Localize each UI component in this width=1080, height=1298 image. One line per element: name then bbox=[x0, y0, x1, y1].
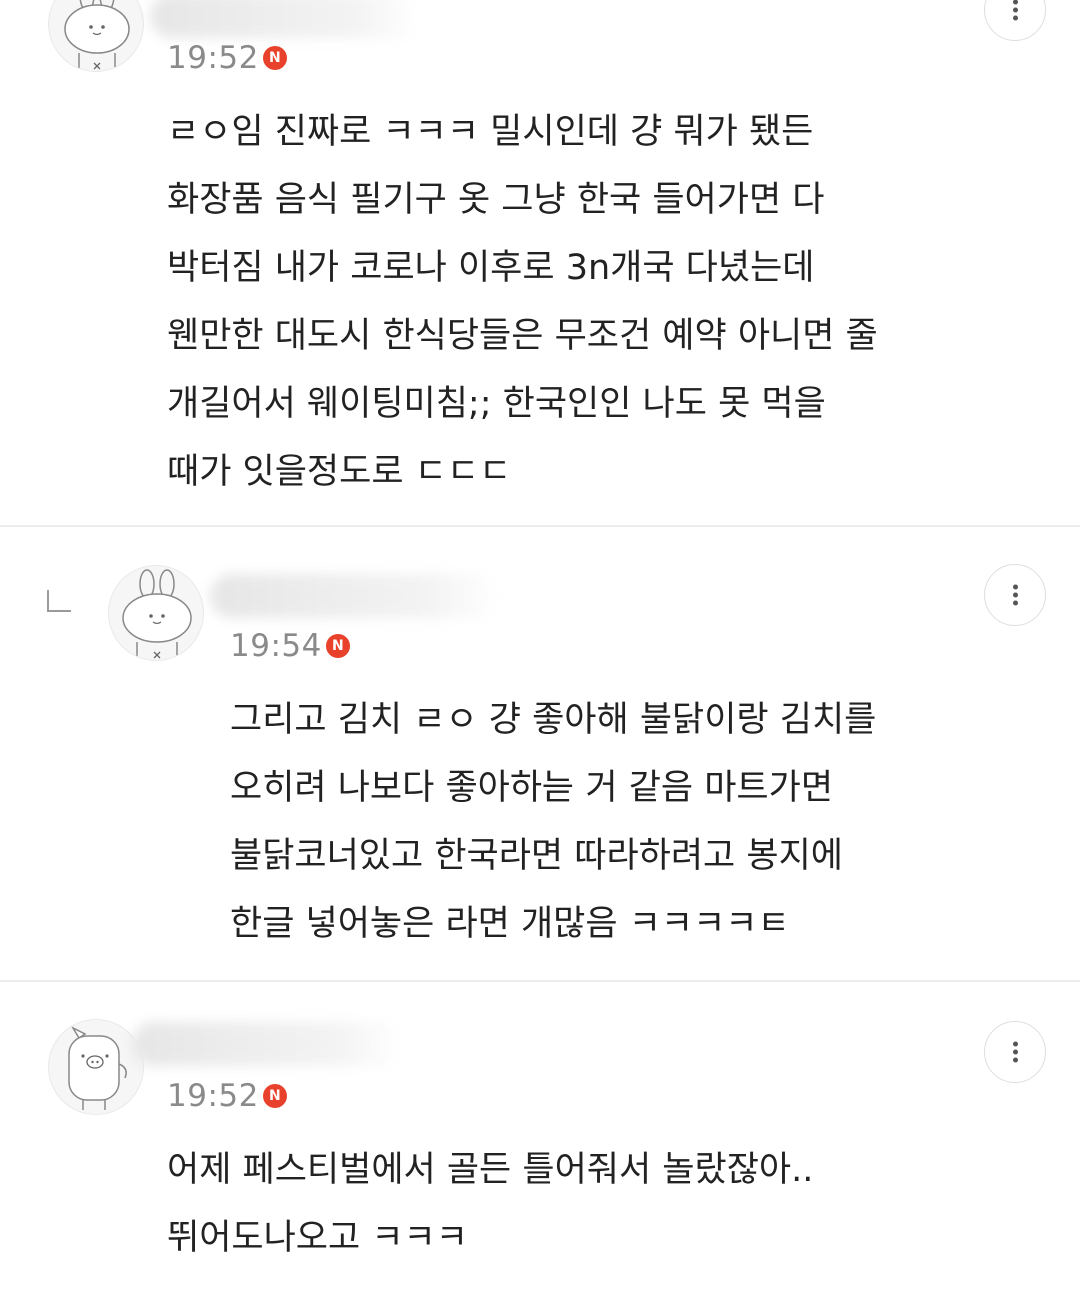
comment-body: 어제 페스티벌에서 골든 틀어줘서 놀랐잖아.. 뛰어도나오고 ㅋㅋㅋ bbox=[167, 1136, 813, 1272]
more-options-button[interactable] bbox=[984, 564, 1046, 626]
comment-line: 웬만한 대도시 한식당들은 무조건 예약 아니면 줄 bbox=[167, 316, 878, 356]
comment-body: 그리고 김치 ㄹㅇ 걍 좋아해 불닭이랑 김치를 오히려 나보다 좋아하늗 거 … bbox=[230, 686, 876, 958]
comment-line: 한글 넣어놓은 라면 개많음 ㅋㅋㅋㅋㅌ bbox=[230, 904, 790, 944]
rabbit-avatar-icon bbox=[64, 0, 130, 70]
comment-meta: 19:54 N bbox=[230, 628, 350, 664]
more-vertical-icon bbox=[1012, 1039, 1018, 1066]
comment-line: ㄹㅇ임 진짜로 ㅋㅋㅋ 밀시인데 걍 뭐가 됐든 bbox=[167, 112, 814, 152]
rabbit-avatar-icon bbox=[122, 569, 192, 659]
comment-line: 뛰어도나오고 ㅋㅋㅋ bbox=[167, 1218, 468, 1258]
comment-meta: 19:52 N bbox=[167, 40, 287, 76]
avatar[interactable] bbox=[48, 0, 144, 72]
comment-line: 오히려 나보다 좋아하늗 거 같음 마트가면 bbox=[230, 768, 834, 808]
comment-line: 때가 잇을정도로 ㄷㄷㄷ bbox=[167, 452, 512, 492]
author-name-blurred[interactable] bbox=[132, 1022, 402, 1066]
comment-body: ㄹㅇ임 진짜로 ㅋㅋㅋ 밀시인데 걍 뭐가 됐든 화장품 음식 필기구 옷 그냥… bbox=[167, 98, 878, 506]
comment-line: 그리고 김치 ㄹㅇ 걍 좋아해 불닭이랑 김치를 bbox=[230, 700, 877, 740]
more-vertical-icon bbox=[1012, 0, 1018, 24]
comment-line: 불닭코너있고 한국라면 따라하려고 봉지에 bbox=[230, 836, 843, 876]
comment-line: 박터짐 내가 코로나 이후로 3n개국 다녔는데 bbox=[167, 248, 815, 288]
new-badge-icon: N bbox=[262, 46, 287, 70]
more-vertical-icon bbox=[1012, 582, 1018, 609]
avatar[interactable] bbox=[48, 1019, 144, 1115]
comment-time: 19:52 bbox=[167, 1078, 259, 1114]
author-name-blurred[interactable] bbox=[210, 574, 500, 618]
more-options-button[interactable] bbox=[984, 0, 1046, 41]
divider bbox=[0, 980, 1080, 982]
avatar[interactable] bbox=[108, 565, 204, 661]
comment-meta: 19:52 N bbox=[167, 1078, 287, 1114]
comment-line: 개길어서 웨이팅미침;; 한국인인 나도 못 먹을 bbox=[167, 384, 826, 424]
new-badge-icon: N bbox=[262, 1084, 287, 1108]
comment-item: 19:52 N ㄹㅇ임 진짜로 ㅋㅋㅋ 밀시인데 걍 뭐가 됐든 화장품 음식 … bbox=[0, 0, 1080, 525]
comment-time: 19:54 bbox=[230, 628, 322, 664]
comment-time: 19:52 bbox=[167, 40, 259, 76]
comment-line: 화장품 음식 필기구 옷 그냥 한국 들어가면 다 bbox=[167, 180, 825, 220]
comment-line: 어제 페스티벌에서 골든 틀어줘서 놀랐잖아.. bbox=[167, 1150, 814, 1190]
reply-indent-icon bbox=[47, 590, 71, 612]
pig-avatar-icon bbox=[68, 1026, 127, 1110]
author-name-blurred[interactable] bbox=[150, 0, 420, 38]
new-badge-icon: N bbox=[325, 634, 350, 658]
more-options-button[interactable] bbox=[984, 1021, 1046, 1083]
